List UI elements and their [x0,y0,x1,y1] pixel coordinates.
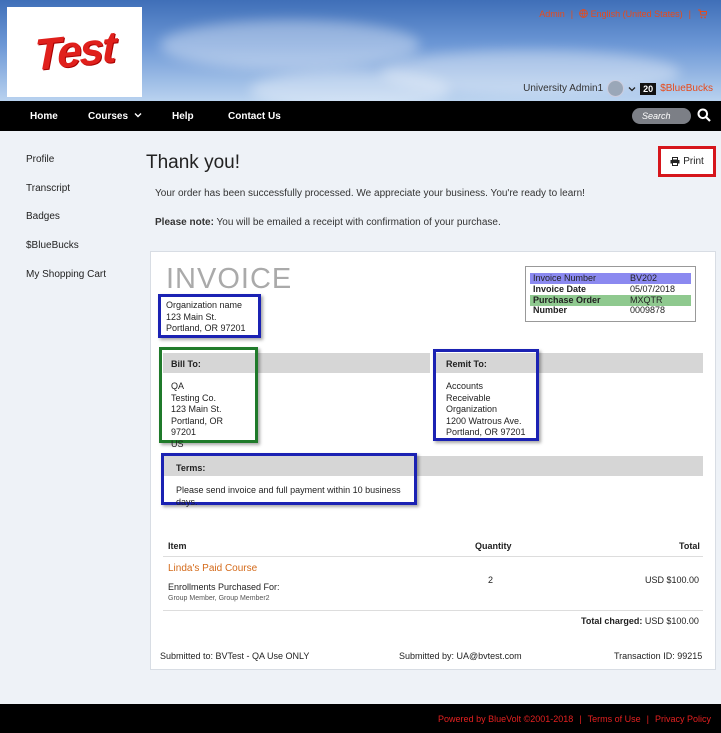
sidebar-item-badges[interactable]: Badges [26,211,60,222]
cart-icon[interactable] [697,9,707,19]
note-message: Please note: You will be emailed a recei… [155,217,501,228]
privacy-policy-link[interactable]: Privacy Policy [655,714,711,724]
meta-label: Invoice Number [533,273,597,283]
org-line: 123 Main St. [166,311,217,322]
meta-label: Invoice Date [533,284,587,294]
total-charged: Total charged: USD $100.00 [581,616,699,626]
col-header-quantity: Quantity [475,541,512,551]
page-title: Thank you! [146,152,240,173]
table-divider [163,556,703,557]
remit-to-block: Remit To: Accounts Receivable Organizati… [433,349,539,441]
item-total: USD $100.00 [645,575,700,585]
sidebar-item-shopping-cart[interactable]: My Shopping Cart [26,269,106,280]
nav-help[interactable]: Help [172,111,194,122]
language-label: English (United States) [590,9,683,19]
avatar[interactable] [607,80,625,97]
nav-courses-label: Courses [88,111,129,122]
sidebar-item-transcript[interactable]: Transcript [26,183,70,194]
org-line: Portland, OR 97201 [166,323,246,333]
address-line: Testing Co. [171,392,217,403]
invoice-card: INVOICE Organization name 123 Main St. P… [150,251,716,670]
footer-links: Powered by BlueVolt ©2001-2018 | Terms o… [438,714,711,724]
address-line: QA [171,381,185,391]
chevron-down-icon [134,113,142,118]
nav-courses[interactable]: Courses [88,111,142,122]
chevron-down-icon[interactable] [628,85,636,93]
bill-to-label: Bill To: [171,359,201,369]
meta-label: Purchase Order Number [533,295,601,315]
meta-value: 05/07/2018 [630,284,676,294]
globe-icon [579,9,588,18]
col-header-item: Item [168,541,187,551]
address-line: 123 Main St. [171,404,222,414]
sidebar-item-bluebucks[interactable]: $BlueBucks [26,240,79,251]
note-text: You will be emailed a receipt with confi… [213,217,501,228]
invoice-title: INVOICE [166,263,293,295]
enrollments-label: Enrollments Purchased For: [168,582,280,592]
meta-value: BV202 [630,273,658,283]
address-line: Accounts Receivable [446,381,491,403]
terms-label: Terms: [176,463,206,473]
separator: | [579,714,582,724]
remit-to-label: Remit To: [446,359,487,369]
separator: | [688,9,691,19]
address-line: Portland, OR 97201 [171,415,224,438]
printer-icon [670,157,680,166]
remit-to-address: Accounts Receivable Organization 1200 Wa… [446,381,526,439]
terms-text: Please send invoice and full payment wit… [176,485,401,507]
invoice-meta-table: Invoice Number BV202 Invoice Date 05/07/20… [525,266,696,322]
address-line: 1200 Watrous Ave. [446,415,522,426]
bluebucks-link[interactable]: $BlueBucks [660,83,713,94]
nav-contact-us[interactable]: Contact Us [228,111,281,122]
meta-value: MXQTR 0009878 [630,295,666,315]
language-selector[interactable]: English (United States) [579,9,683,19]
org-line: Organization name [166,300,243,310]
nav-home[interactable]: Home [30,111,58,122]
submitted-to: Submitted to: BVTest - QA Use ONLY [160,651,310,661]
course-link[interactable]: Linda's Paid Course [168,563,257,574]
separator: | [570,9,574,19]
sidebar-item-profile[interactable]: Profile [26,154,54,165]
powered-by-text: Powered by BlueVolt ©2001-2018 [438,714,574,724]
success-message: Your order has been successfully process… [155,188,585,199]
meta-row-invoice-date: Invoice Date 05/07/2018 [530,284,691,295]
terms-of-use-link[interactable]: Terms of Use [588,714,641,724]
total-charged-label: Total charged: [581,616,643,626]
organization-address: Organization name 123 Main St. Portland,… [158,294,261,338]
search-icon[interactable] [697,108,711,122]
col-header-total: Total [679,541,700,551]
separator: | [646,714,649,724]
site-logo[interactable]: Test [7,7,142,97]
table-divider [163,610,703,611]
total-charged-value: USD $100.00 [642,616,699,626]
address-line: Portland, OR 97201 [446,427,526,437]
user-name[interactable]: University Admin1 [523,83,603,94]
address-line: Organization [446,404,498,414]
user-bar: University Admin1 20 $BlueBucks [523,80,713,97]
item-quantity: 2 [488,575,494,585]
print-label: Print [683,156,704,167]
bluebucks-count: 20 [640,82,657,95]
address-line: US [171,438,184,449]
bill-to-block: Bill To: QA Testing Co. 123 Main St. Por… [159,347,258,449]
terms-block: Terms: Please send invoice and full paym… [161,453,417,507]
bill-to-address: QA Testing Co. 123 Main St. Portland, OR… [171,381,246,450]
footer: Powered by BlueVolt ©2001-2018 | Terms o… [0,704,721,733]
print-button[interactable]: Print [658,146,716,177]
logo-text: Test [34,22,115,81]
enrolled-members: Group Member, Group Member2 [168,595,270,602]
top-links: Admin | English (United States) | [539,9,707,19]
meta-row-po-number: Purchase Order Number MXQTR 0009878 [530,295,691,315]
submitted-by: Submitted by: UA@bvtest.com [399,651,522,661]
transaction-id: Transaction ID: 99215 [614,651,703,661]
meta-row-invoice-number: Invoice Number BV202 [530,273,691,284]
note-bold: Please note: [155,217,214,228]
search-input[interactable]: Search [632,108,691,124]
admin-link[interactable]: Admin [539,9,565,19]
